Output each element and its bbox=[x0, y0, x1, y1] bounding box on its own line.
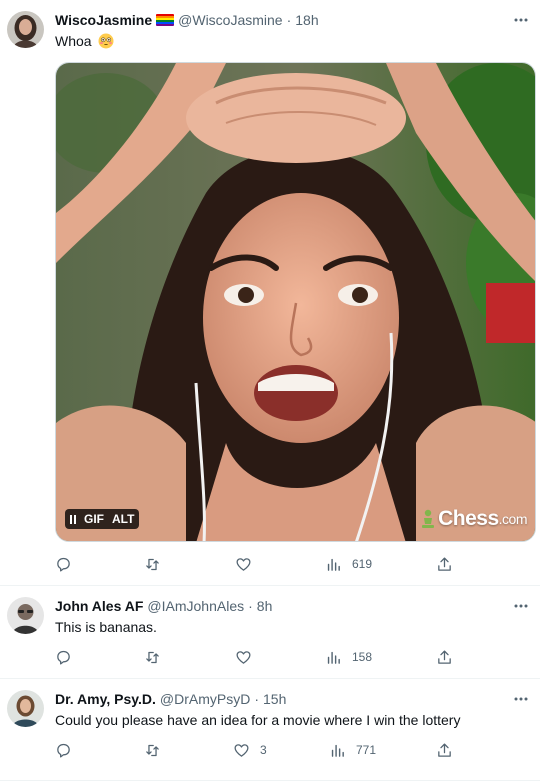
reply-button[interactable] bbox=[55, 554, 72, 574]
tweet-1[interactable]: WiscoJasmine @WiscoJasmine · 18h Whoa GI… bbox=[0, 0, 540, 586]
reply-icon bbox=[57, 557, 70, 572]
like-button[interactable] bbox=[235, 554, 252, 574]
share-button[interactable] bbox=[436, 740, 453, 760]
reply-icon bbox=[57, 743, 70, 758]
tweet-actions: 3 771 bbox=[55, 740, 455, 760]
gif-badge: GIF bbox=[84, 512, 104, 526]
share-icon bbox=[438, 556, 451, 571]
separator-dot: · bbox=[254, 691, 260, 707]
more-options-button[interactable] bbox=[510, 11, 532, 29]
tweet-2[interactable]: John Ales AF @IAmJohnAles · 8h This is b… bbox=[0, 586, 540, 679]
flushed-face-icon bbox=[98, 33, 114, 49]
like-button[interactable] bbox=[235, 647, 252, 667]
ellipsis-icon bbox=[514, 697, 528, 701]
tweet-text: Could you please have an idea for a movi… bbox=[55, 712, 461, 728]
tweet-text-content: Whoa bbox=[55, 33, 92, 49]
tweet-text: This is bananas. bbox=[55, 619, 157, 635]
views-button[interactable]: 771 bbox=[329, 740, 376, 760]
views-icon bbox=[327, 651, 340, 664]
views-count: 619 bbox=[352, 557, 373, 571]
repost-icon bbox=[146, 744, 159, 756]
heart-icon bbox=[236, 557, 251, 571]
gif-media[interactable]: GIF ALT Chess .com bbox=[55, 62, 536, 542]
repost-icon bbox=[146, 651, 159, 663]
more-options-button[interactable] bbox=[510, 597, 532, 615]
alt-badge[interactable]: ALT bbox=[112, 509, 134, 529]
author-name[interactable]: WiscoJasmine bbox=[55, 11, 152, 29]
views-count: 771 bbox=[356, 743, 377, 757]
timestamp[interactable]: 18h bbox=[295, 11, 318, 29]
pause-icon[interactable] bbox=[70, 514, 76, 524]
timestamp[interactable]: 15h bbox=[263, 690, 286, 708]
gif-image bbox=[56, 63, 535, 541]
reply-icon bbox=[57, 650, 70, 665]
ellipsis-icon bbox=[514, 604, 528, 608]
heart-icon bbox=[236, 650, 251, 664]
share-icon bbox=[438, 649, 451, 664]
more-options-button[interactable] bbox=[510, 690, 532, 708]
tweet-3[interactable]: Dr. Amy, Psy.D. @DrAmyPsyD · 15h Could y… bbox=[0, 679, 540, 781]
separator-dot: · bbox=[248, 598, 253, 614]
views-icon bbox=[327, 558, 340, 571]
avatar-johnales[interactable] bbox=[7, 597, 44, 634]
author-name[interactable]: John Ales AF bbox=[55, 597, 143, 615]
author-handle[interactable]: @WiscoJasmine bbox=[178, 11, 282, 29]
share-icon bbox=[438, 742, 451, 757]
avatar-wiscojasmine[interactable] bbox=[7, 11, 44, 48]
views-count: 158 bbox=[352, 650, 373, 664]
repost-icon bbox=[146, 558, 159, 570]
timestamp[interactable]: 8h bbox=[257, 597, 273, 615]
share-button[interactable] bbox=[436, 554, 453, 574]
views-icon bbox=[331, 744, 344, 757]
watermark-suffix: .com bbox=[498, 511, 528, 527]
author-handle[interactable]: @DrAmyPsyD bbox=[160, 690, 250, 708]
tweet-text: Whoa bbox=[55, 32, 114, 50]
separator-dot: · bbox=[286, 12, 292, 28]
views-button[interactable]: 619 bbox=[325, 554, 372, 574]
repost-button[interactable] bbox=[144, 647, 161, 667]
like-button[interactable]: 3 bbox=[233, 740, 267, 760]
reply-button[interactable] bbox=[55, 647, 72, 667]
tweet-actions: 158 bbox=[55, 647, 455, 667]
chess-watermark: Chess .com bbox=[420, 507, 528, 531]
repost-button[interactable] bbox=[144, 554, 161, 574]
views-button[interactable]: 158 bbox=[325, 647, 372, 667]
repost-button[interactable] bbox=[144, 740, 161, 760]
reply-button[interactable] bbox=[55, 740, 72, 760]
pride-flag-icon bbox=[156, 14, 175, 26]
tweet-actions: 619 bbox=[55, 554, 455, 574]
avatar-dramypsyd[interactable] bbox=[7, 690, 44, 727]
gif-controls: GIF ALT bbox=[65, 509, 140, 529]
likes-count: 3 bbox=[260, 743, 267, 757]
author-handle[interactable]: @IAmJohnAles bbox=[147, 597, 244, 615]
watermark-main: Chess bbox=[438, 507, 499, 530]
ellipsis-icon bbox=[514, 18, 528, 22]
share-button[interactable] bbox=[436, 647, 453, 667]
pawn-icon bbox=[422, 509, 435, 528]
heart-icon bbox=[234, 743, 249, 757]
author-name[interactable]: Dr. Amy, Psy.D. bbox=[55, 690, 156, 708]
